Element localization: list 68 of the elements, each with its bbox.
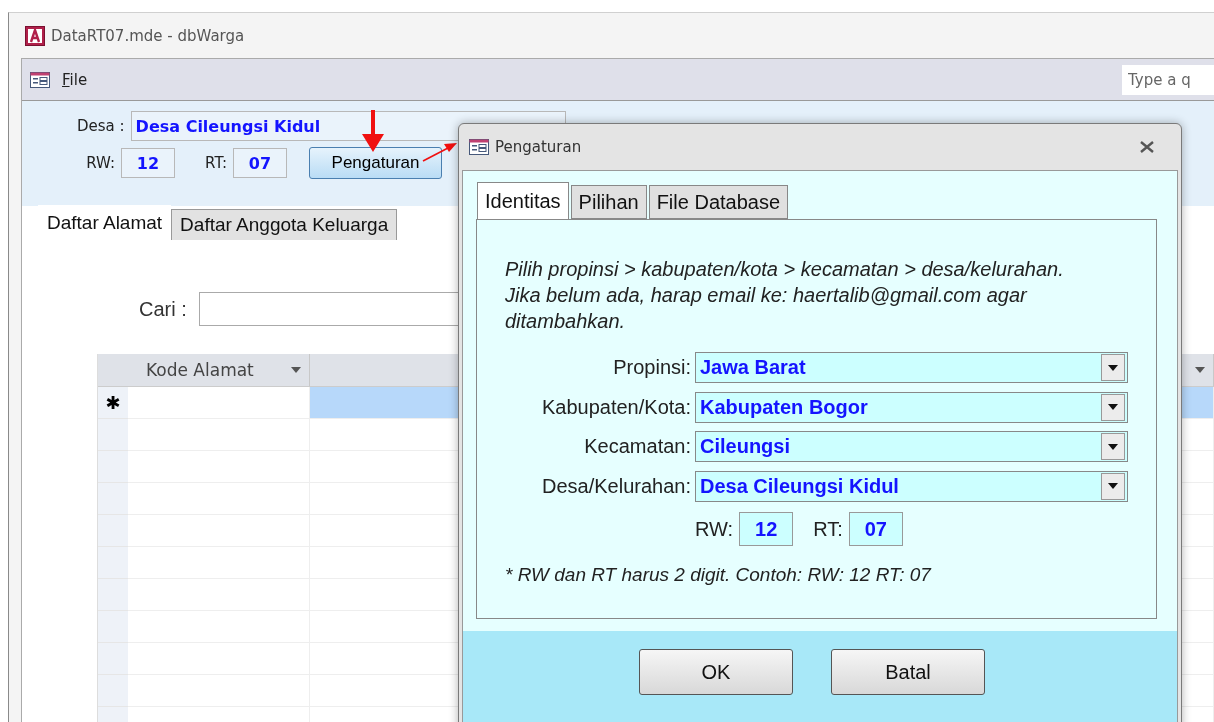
tab[interactable]: Pilihan — [570, 185, 647, 219]
field-label: Kabupaten/Kota: — [541, 395, 691, 419]
row-selector[interactable] — [98, 483, 128, 515]
access-logo-icon — [25, 25, 45, 46]
table-cell[interactable] — [128, 579, 310, 611]
rw-field[interactable]: 12 — [121, 148, 175, 178]
field-label: RT: — [813, 517, 843, 541]
row-selector[interactable] — [98, 675, 128, 707]
dropdown-button[interactable] — [1101, 433, 1125, 461]
table-cell[interactable] — [128, 483, 310, 515]
field-label: Kecamatan: — [583, 435, 691, 459]
table-cell[interactable] — [128, 547, 310, 579]
select-all-corner[interactable] — [98, 354, 128, 387]
dropdown-arrow-icon[interactable] — [1108, 483, 1118, 490]
help-search-field[interactable]: Type a q — [1122, 64, 1214, 95]
annotation-arrow — [360, 110, 386, 152]
window-title: DataRT07.mde - dbWarga — [51, 26, 245, 45]
table-cell[interactable] — [128, 515, 310, 547]
table-cell[interactable] — [128, 675, 310, 707]
dropdown-field[interactable]: Jawa Barat — [695, 352, 1128, 384]
tab[interactable]: Identitas — [477, 182, 569, 219]
row-selector[interactable] — [98, 547, 128, 579]
row-selector[interactable] — [98, 579, 128, 611]
dialog-title: Pengaturan — [495, 138, 582, 156]
instruction-text: Jika belum ada, harap email ke: haertalib@gmail.com agar ditambahkan. — [505, 283, 1029, 334]
tab[interactable]: File Database — [648, 185, 789, 219]
table-cell[interactable] — [128, 387, 310, 419]
table-cell[interactable] — [128, 611, 310, 643]
form-icon — [469, 139, 489, 155]
tab[interactable]: Daftar Anggota Keluarga — [171, 209, 398, 240]
field-label: RW: — [85, 154, 115, 172]
annotation-arrow — [422, 140, 458, 162]
settings-button[interactable]: Pengaturan — [309, 147, 442, 179]
row-selector[interactable] — [98, 643, 128, 675]
new-row-marker: ✱ — [98, 387, 128, 419]
dropdown-button[interactable] — [1101, 354, 1125, 382]
dropdown-field[interactable]: Desa Cileungsi Kidul — [695, 470, 1128, 502]
table-cell[interactable] — [128, 643, 310, 675]
row-selector[interactable] — [98, 451, 128, 483]
field-label: RW: — [695, 517, 734, 541]
dropdown-arrow-icon[interactable] — [1108, 443, 1118, 450]
row-selector[interactable] — [98, 515, 128, 547]
field-label: RT: — [204, 154, 227, 172]
menu-item[interactable]: File — [62, 70, 88, 89]
cancel-button[interactable]: Batal — [831, 649, 985, 695]
dropdown-button[interactable] — [1101, 393, 1125, 421]
row-selector[interactable] — [98, 419, 128, 451]
field-label: Desa : — [77, 117, 125, 135]
rt-field[interactable]: 07 — [233, 148, 287, 178]
field-label: Propinsi: — [612, 356, 691, 380]
dropdown-arrow-icon[interactable] — [1108, 404, 1118, 411]
row-selector[interactable] — [98, 611, 128, 643]
dropdown-field[interactable]: Cileungsi — [695, 431, 1128, 463]
dropdown-field[interactable]: Kabupaten Bogor — [695, 391, 1128, 423]
table-cell[interactable] — [128, 451, 310, 483]
form-icon — [30, 71, 50, 88]
dropdown-arrow-icon[interactable] — [1108, 364, 1118, 371]
rt-field[interactable]: 07 — [848, 512, 903, 546]
dropdown-button[interactable] — [1101, 472, 1125, 500]
instruction-text: Pilih propinsi > kabupaten/kota > kecamatan > desa/kelurahan. — [505, 257, 1065, 282]
field-label: Desa/Kelurahan: — [541, 474, 691, 498]
note-text: * RW dan RT harus 2 digit. Contoh: RW: 12 RT: 07 — [505, 564, 933, 586]
search-label: Cari : — [139, 297, 187, 321]
close-icon[interactable] — [1139, 141, 1155, 153]
table-cell[interactable] — [128, 419, 310, 451]
column-header[interactable]: Kode Alamat — [128, 354, 310, 387]
rw-field[interactable]: 12 — [739, 512, 794, 546]
ok-button[interactable]: OK — [639, 649, 793, 695]
